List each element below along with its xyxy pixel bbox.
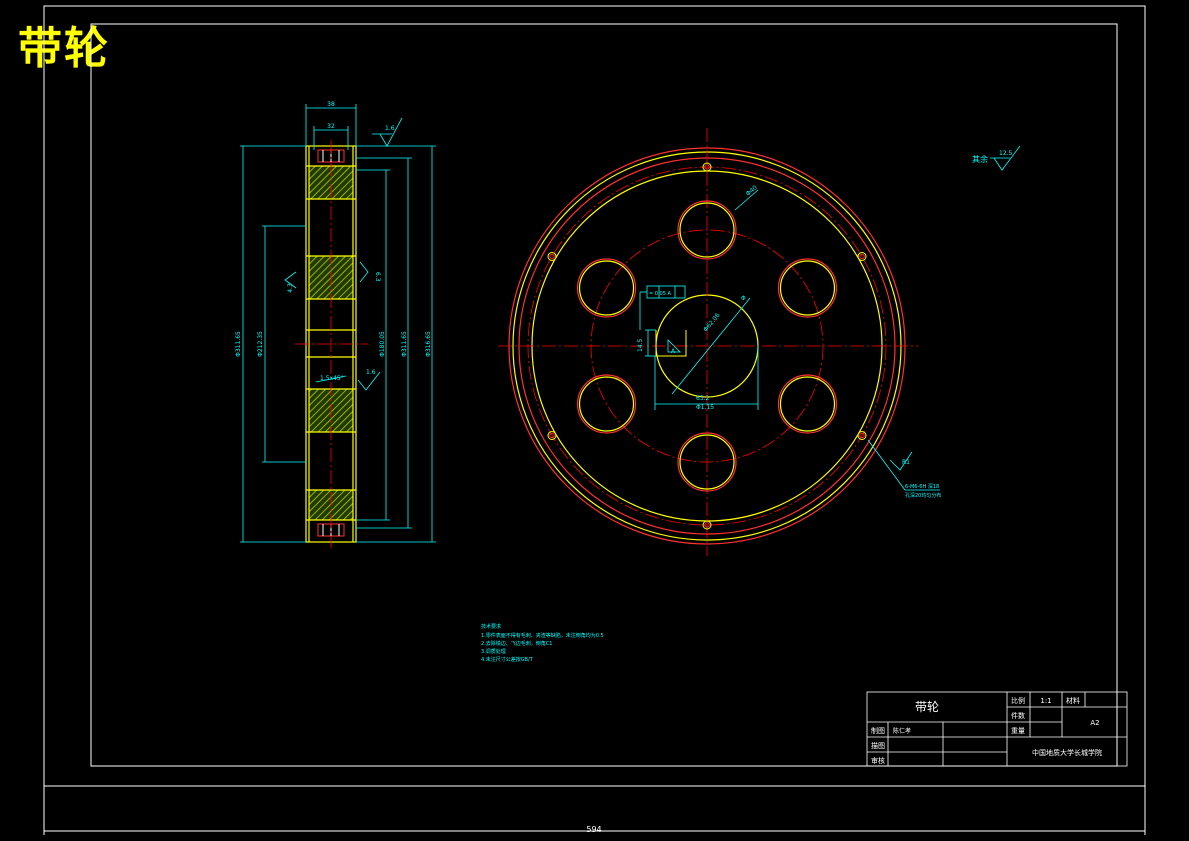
- roughness-low-text: 1.6: [366, 369, 376, 376]
- inner-border: [90, 23, 1118, 767]
- roughness-symbol-right: [359, 261, 369, 283]
- side-view: 38 32 Φ311.65 Φ212.35 4.3 Φ180.05 Φ311.6…: [235, 101, 436, 548]
- keyway-depth-text: 63.2: [696, 395, 710, 402]
- dim-right-1-text: Φ180.05: [379, 331, 386, 357]
- dim-left-2-text: Φ212.35: [257, 331, 264, 357]
- tb-drawn-by: 陈仁孝: [893, 727, 911, 735]
- outer-border: [43, 5, 1146, 787]
- dim-top-inner-text: 32: [327, 123, 335, 130]
- tb-material-label: 材料: [1066, 696, 1080, 705]
- roughness-mid-text: 6.3: [374, 272, 381, 282]
- lightening-hole: [779, 376, 836, 432]
- tech-notes-title: 技术要求: [481, 623, 501, 630]
- lightening-hole: [777, 374, 838, 434]
- tolerance-frame-text: = 0.05 A: [649, 291, 672, 297]
- tech-note-line: 3.调质处理: [481, 648, 506, 655]
- tb-design-label: 描图: [871, 741, 885, 750]
- screw-note-text: 孔深20均匀分布: [905, 492, 941, 499]
- bore-dim-text: Φ62.06: [702, 312, 722, 333]
- roughness-top-text: 1.6: [385, 125, 395, 132]
- chamfer-text: 1.5x45°: [320, 375, 344, 382]
- dim-left-1-text: Φ311.65: [235, 331, 242, 357]
- drawing-canvas: 594 38 32 Φ311.65 Φ212.35 4.3 Φ180.05 Φ3…: [43, 5, 1146, 835]
- tb-scale-value: 1:1: [1040, 697, 1051, 705]
- datum-text: A: [671, 348, 676, 355]
- keyway-height-text: 14.5: [637, 338, 644, 352]
- tb-drawn-label: 制图: [871, 726, 885, 735]
- dim-right-3-text: Φ316.65: [425, 331, 432, 357]
- tech-note-line: 2.去除锐边、飞边毛刺，倒角C1: [481, 640, 552, 647]
- tech-note-line: 1.零件表面不得有毛刺、夹渣等缺陷，未注倒角均为0.5: [481, 632, 604, 639]
- tb-check-label: 审核: [871, 756, 885, 765]
- bottom-dimension-text: 594: [586, 825, 601, 834]
- tb-scale-label: 比例: [1011, 696, 1025, 705]
- dim-top-outer-text: 38: [327, 101, 335, 108]
- bore-sym-text: Φ: [741, 295, 746, 302]
- roughness-global-label: 其余: [972, 154, 988, 164]
- tb-sheet-code: A2: [1090, 719, 1099, 727]
- tb-part-name: 带轮: [915, 700, 939, 714]
- tb-count-label: 件数: [1011, 711, 1025, 720]
- radius-note-text: R1: [902, 459, 910, 466]
- keyway-width-text: Φ1.15: [696, 404, 714, 411]
- screw-dim-text: 6-M6-6H 深18: [905, 483, 939, 490]
- front-view: Φ40 Φ62.06 Φ 63.2 Φ1.15 = 0.05 A A 14.5 …: [498, 128, 941, 556]
- screw-dim-leader: [867, 439, 906, 491]
- roughness-global: 其余 12.5: [972, 145, 1021, 171]
- sheet-frame: [43, 5, 1146, 835]
- tb-school: 中国地质大学长城学院: [1032, 748, 1102, 757]
- roughness-global-value: 12.5: [999, 150, 1013, 157]
- tech-note-line: 4.未注尺寸公差按GB/T: [481, 656, 534, 663]
- tb-weight-label: 重量: [1011, 727, 1025, 735]
- roughness-symbol-top: [379, 117, 403, 147]
- dim-left-3-text: 4.3: [287, 283, 294, 293]
- tech-notes: 技术要求 1.零件表面不得有毛刺、夹渣等缺陷，未注倒角均为0.5 2.去除锐边、…: [481, 623, 604, 663]
- dim-right-2-text: Φ311.65: [401, 331, 408, 357]
